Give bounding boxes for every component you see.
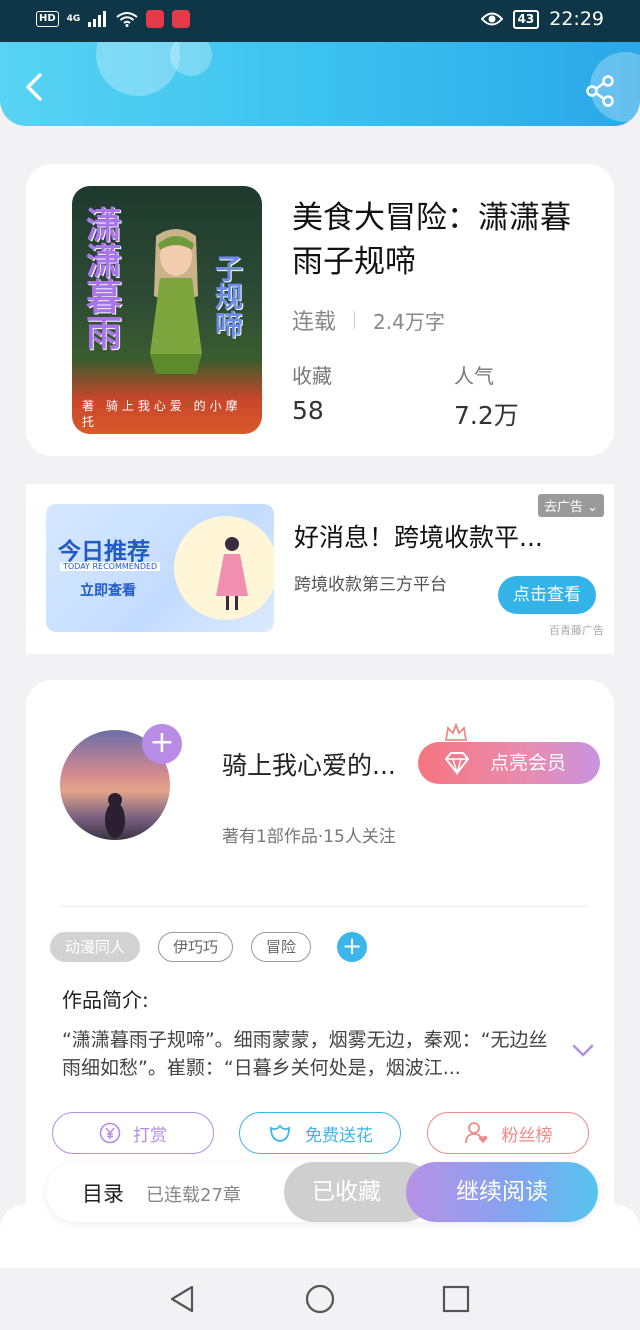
- ad-image[interactable]: 今日推荐 TODAY RECOMMENDED 立即查看: [46, 504, 274, 632]
- follow-author-button[interactable]: +: [142, 724, 182, 764]
- diamond-icon: [444, 752, 470, 775]
- cover-character-image: [150, 229, 202, 374]
- notification-app-icon: [146, 10, 165, 28]
- header-bar: [0, 42, 640, 126]
- remove-ad-button[interactable]: 去广告 ⌄: [537, 494, 604, 517]
- signal-icon: [88, 11, 107, 27]
- flower-icon: [270, 1124, 290, 1142]
- tag-item[interactable]: 动漫同人: [50, 932, 141, 962]
- vip-button[interactable]: 点亮会员: [418, 742, 600, 784]
- book-status: 连载: [292, 310, 337, 335]
- popularity-label: 人气: [454, 364, 494, 388]
- signal-label: 4G: [66, 14, 81, 24]
- favorites-label: 收藏: [292, 364, 332, 388]
- yen-icon: [99, 1122, 121, 1144]
- tag-item[interactable]: 伊巧巧: [158, 932, 234, 962]
- free-flower-button[interactable]: 免费送花: [239, 1112, 401, 1154]
- ad-view-button[interactable]: 点击查看: [498, 576, 596, 614]
- notification-book-icon: [172, 10, 191, 28]
- book-title: 美食大冒险：潇潇暮雨子规啼: [292, 200, 571, 280]
- ad-image-cta: 立即查看: [80, 583, 136, 599]
- ad-figure-image: [216, 537, 248, 610]
- status-bar: HD 4G 43 22:29: [0, 0, 640, 42]
- tag-list: 动漫同人 伊巧巧 冒险 +: [50, 932, 368, 962]
- tip-button[interactable]: 打赏: [52, 1112, 214, 1154]
- divider: [60, 906, 588, 907]
- author-stats: 著有1部作品·15人关注: [222, 827, 396, 847]
- free-flower-label: 免费送花: [305, 1125, 373, 1146]
- favorites-value: 58: [292, 396, 324, 425]
- ad-banner[interactable]: 今日推荐 TODAY RECOMMENDED 立即查看 去广告 ⌄ 好消息！跨境…: [26, 484, 614, 654]
- ad-image-title: 今日推荐: [58, 539, 150, 565]
- continue-reading-button[interactable]: 继续阅读: [406, 1162, 598, 1222]
- tag-item[interactable]: 冒险: [251, 932, 312, 962]
- book-info-card: 潇潇暮雨 子规啼 著 骑上我心爱 的小摩托 美食大冒险：潇潇暮雨子规啼 连载 2…: [26, 164, 614, 456]
- author-card: + 骑上我心爱的... 点亮会员 著有1部作品·15人关注 动漫同人 伊巧巧 冒…: [26, 680, 614, 1240]
- book-cover[interactable]: 潇潇暮雨 子规啼 著 骑上我心爱 的小摩托: [72, 186, 262, 434]
- popularity-value: 7.2万: [454, 401, 519, 430]
- intro-label: 作品简介:: [62, 988, 149, 1012]
- add-tag-button[interactable]: +: [337, 932, 368, 962]
- ad-source: 百青藤广告: [549, 624, 604, 637]
- ad-title[interactable]: 好消息！跨境收款平...: [294, 518, 574, 554]
- status-right: 43 22:29: [480, 8, 604, 30]
- cover-side-text: 子规啼: [211, 254, 244, 338]
- system-nav-bar: [0, 1268, 640, 1330]
- author-name[interactable]: 骑上我心爱的...: [222, 746, 422, 782]
- status-time: 22:29: [549, 8, 604, 30]
- chapter-count[interactable]: 已连载27章: [146, 1181, 241, 1207]
- toc-button[interactable]: 目录: [82, 1178, 124, 1208]
- fan-user-icon: [464, 1122, 487, 1144]
- fan-ranking-button[interactable]: 粉丝榜: [427, 1112, 589, 1154]
- nav-home-icon[interactable]: [305, 1284, 335, 1314]
- book-word-count: 2.4万字: [373, 309, 445, 334]
- bottom-action-bar: 目录 已连载27章 已收藏 继续阅读: [46, 1162, 598, 1222]
- ad-image-subtitle: TODAY RECOMMENDED: [60, 562, 161, 571]
- battery-indicator: 43: [512, 9, 540, 29]
- share-icon[interactable]: [584, 74, 618, 108]
- eye-icon: [480, 12, 503, 26]
- hd-indicator: HD: [36, 11, 59, 27]
- crown-icon: [444, 722, 468, 741]
- book-meta: 连载 2.4万字: [292, 304, 445, 336]
- chevron-down-icon[interactable]: [572, 1044, 594, 1058]
- cover-title-text: 潇潇暮雨: [80, 206, 121, 350]
- cover-author-text: 著 骑上我心爱 的小摩托: [82, 399, 242, 429]
- intro-text: “潇潇暮雨子规啼”。细雨蒙蒙，烟雾无边，秦观：“无边丝雨细如愁”。崔颢：“日暮乡…: [62, 1029, 548, 1079]
- nav-back-icon[interactable]: [168, 1284, 198, 1314]
- tip-label: 打赏: [133, 1125, 167, 1146]
- fan-ranking-label: 粉丝榜: [501, 1125, 553, 1146]
- status-left: HD 4G: [36, 10, 191, 28]
- meta-divider: [354, 311, 356, 329]
- wifi-icon: [116, 12, 138, 27]
- chevron-left-icon[interactable]: [18, 70, 52, 104]
- nav-recents-icon[interactable]: [441, 1284, 471, 1314]
- remove-ad-label: 去广告: [543, 500, 583, 515]
- ad-description: 跨境收款第三方平台: [294, 575, 447, 595]
- vip-label: 点亮会员: [490, 752, 567, 774]
